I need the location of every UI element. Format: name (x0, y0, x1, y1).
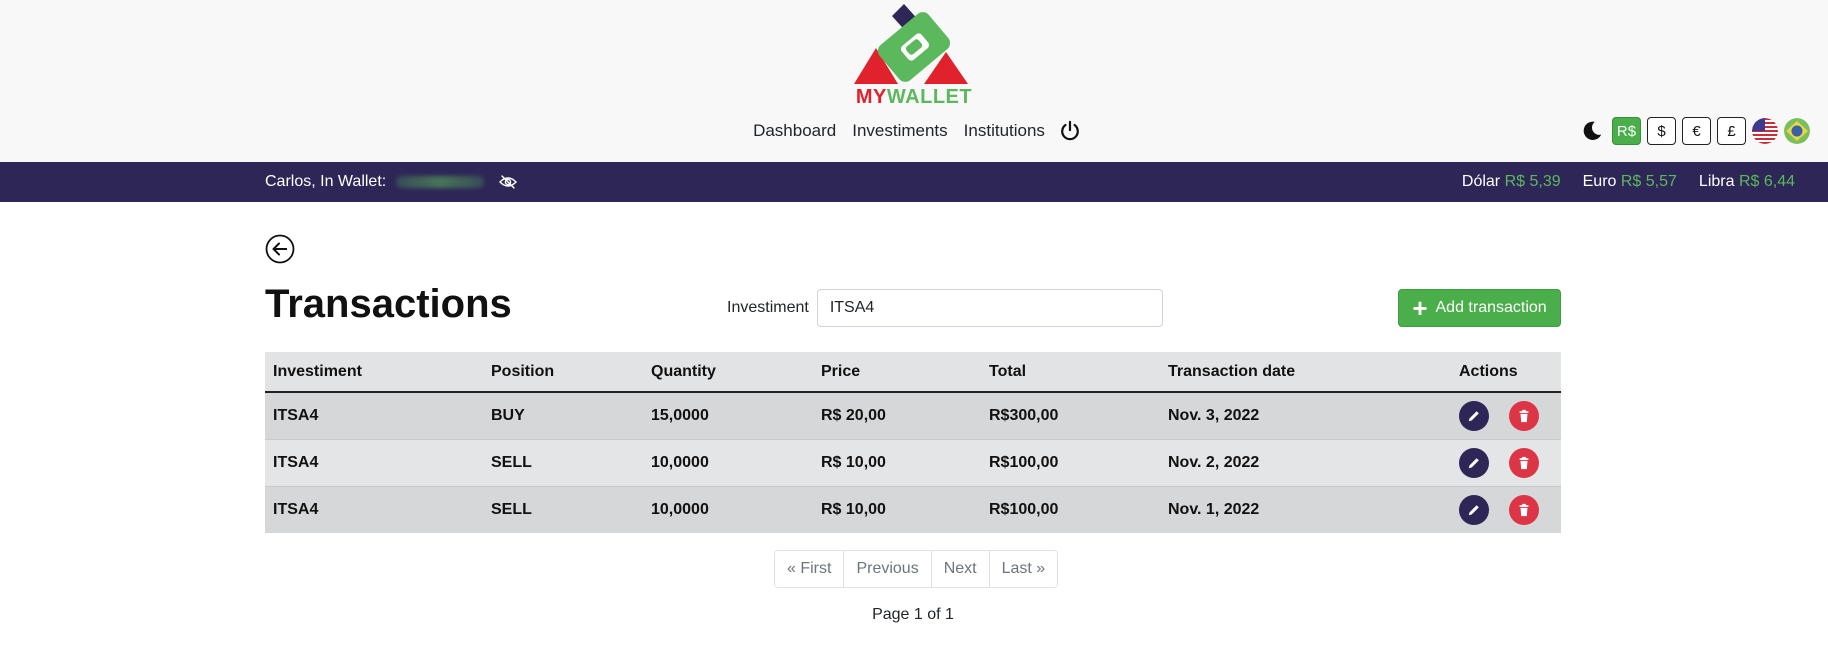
back-arrow-icon[interactable] (265, 234, 295, 264)
cell-actions (1451, 485, 1561, 533)
pencil-icon (1468, 457, 1479, 468)
pencil-icon (1468, 410, 1479, 421)
currency-gbp-button[interactable]: £ (1717, 117, 1746, 145)
cell-price: R$ 10,00 (813, 438, 981, 486)
cell-quantity: 10,0000 (643, 485, 813, 533)
cell-investiment: ITSA4 (265, 438, 483, 486)
cell-price: R$ 20,00 (813, 391, 981, 439)
currency-usd-button[interactable]: $ (1647, 117, 1676, 145)
rate-euro: Euro R$ 5,57 (1583, 173, 1677, 191)
cell-date: Nov. 1, 2022 (1160, 485, 1451, 533)
rate-dolar: Dólar R$ 5,39 (1462, 173, 1561, 191)
rate-libra: Libra R$ 6,44 (1699, 173, 1795, 191)
cell-investiment: ITSA4 (265, 391, 483, 439)
page-title: Transactions (265, 282, 512, 326)
add-transaction-label: Add transaction (1435, 299, 1547, 316)
delete-button[interactable] (1509, 447, 1539, 478)
cell-actions (1451, 438, 1561, 486)
wallet-logo-icon (854, 4, 968, 84)
trash-icon (1519, 503, 1529, 516)
rate-euro-value: R$ 5,57 (1620, 173, 1677, 190)
investment-filter-input[interactable] (816, 289, 1163, 327)
cell-position: SELL (483, 438, 643, 486)
currency-brl-button[interactable]: R$ (1612, 117, 1641, 145)
table-row: ITSA4 BUY 15,0000 R$ 20,00 R$300,00 Nov.… (265, 391, 1561, 439)
cell-position: BUY (483, 391, 643, 439)
eye-slash-icon[interactable] (498, 174, 518, 190)
rate-dolar-label: Dólar (1461, 173, 1501, 190)
plus-icon: + (1412, 293, 1428, 323)
brazil-flag-icon[interactable] (1784, 118, 1810, 144)
col-actions: Actions (1451, 352, 1561, 393)
cell-total: R$100,00 (981, 485, 1160, 533)
table-header-row: Investiment Position Quantity Price Tota… (265, 352, 1561, 393)
col-position[interactable]: Position (483, 352, 643, 393)
cell-date: Nov. 3, 2022 (1160, 391, 1451, 439)
us-flag-icon[interactable] (1752, 118, 1778, 144)
toolbar: R$ $ € £ (1578, 117, 1810, 145)
cell-actions (1451, 391, 1561, 439)
col-transaction-date[interactable]: Transaction date (1160, 352, 1451, 393)
trash-icon (1519, 409, 1529, 422)
edit-button[interactable] (1459, 447, 1489, 478)
col-quantity[interactable]: Quantity (643, 352, 813, 393)
cell-price: R$ 10,00 (813, 485, 981, 533)
col-total[interactable]: Total (981, 352, 1160, 393)
cell-total: R$300,00 (981, 391, 1160, 439)
col-price[interactable]: Price (813, 352, 981, 393)
page-last-button[interactable]: Last » (988, 551, 1058, 587)
page-previous-button[interactable]: Previous (843, 551, 931, 587)
rate-dolar-value: R$ 5,39 (1504, 173, 1561, 190)
delete-button[interactable] (1509, 400, 1539, 431)
logo-text-my: MY (855, 86, 887, 108)
nav-investments[interactable]: Investiments (844, 121, 955, 141)
header: MYWALLET Dashboard Investiments Institut… (0, 0, 1828, 162)
cell-quantity: 10,0000 (643, 438, 813, 486)
status-bar: Carlos, In Wallet: Dólar R$ 5,39 Euro R$… (0, 162, 1828, 202)
table-row: ITSA4 SELL 10,0000 R$ 10,00 R$100,00 Nov… (265, 438, 1561, 486)
pencil-icon (1468, 504, 1479, 515)
logo-text-wallet: WALLET (886, 86, 973, 108)
rate-libra-value: R$ 6,44 (1738, 173, 1795, 190)
delete-button[interactable] (1509, 494, 1539, 525)
moon-icon[interactable] (1578, 117, 1606, 145)
trash-icon (1519, 456, 1529, 469)
mywallet-logo[interactable]: MYWALLET (852, 4, 976, 108)
nav-institutions[interactable]: Institutions (956, 121, 1053, 141)
transactions-table: Investiment Position Quantity Price Tota… (265, 352, 1561, 533)
cell-date: Nov. 2, 2022 (1160, 438, 1451, 486)
page-first-button[interactable]: « First (775, 551, 844, 587)
investment-filter: Investiment (727, 289, 1163, 327)
page-info: Page 1 of 1 (872, 606, 954, 623)
edit-button[interactable] (1459, 494, 1489, 525)
nav-dashboard[interactable]: Dashboard (745, 121, 844, 141)
table-row: ITSA4 SELL 10,0000 R$ 10,00 R$100,00 Nov… (265, 485, 1561, 533)
cell-quantity: 15,0000 (643, 391, 813, 439)
power-icon[interactable] (1057, 118, 1083, 144)
col-investiment[interactable]: Investiment (265, 352, 483, 393)
main-nav: Dashboard Investiments Institutions (0, 118, 1828, 144)
investment-filter-label: Investiment (727, 299, 809, 316)
cell-investiment: ITSA4 (265, 485, 483, 533)
currency-eur-button[interactable]: € (1682, 117, 1711, 145)
rate-euro-label: Euro (1582, 173, 1617, 190)
cell-position: SELL (483, 485, 643, 533)
edit-button[interactable] (1459, 400, 1489, 431)
page-next-button[interactable]: Next (930, 551, 989, 587)
cell-total: R$100,00 (981, 438, 1160, 486)
wallet-balance-hidden (396, 176, 485, 188)
rate-libra-label: Libra (1698, 173, 1735, 190)
wallet-greeting: Carlos, In Wallet: (265, 173, 387, 190)
add-transaction-button[interactable]: + Add transaction (1398, 289, 1561, 327)
pagination: « First Previous Next Last » (774, 550, 1059, 588)
